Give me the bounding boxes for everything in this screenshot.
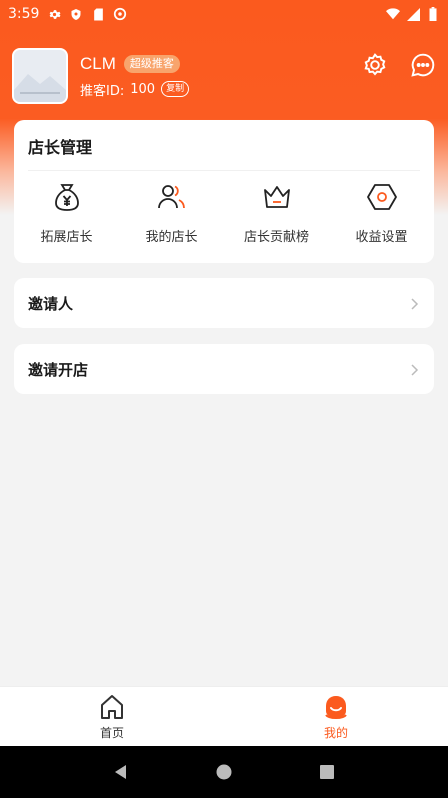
battery-icon [426, 7, 440, 21]
wifi-icon [386, 7, 400, 21]
user-level-badge: 超级推客 [123, 54, 180, 73]
invite-row[interactable]: 邀请人 [14, 278, 434, 328]
avatar[interactable] [12, 48, 68, 104]
profile-section: CLM 超级推客 推客ID: 100 复制 [12, 48, 190, 104]
grid-label: 店长贡献榜 [243, 230, 309, 245]
settings-gear-icon[interactable] [362, 52, 388, 78]
grid-item-my-managers[interactable]: 我的店长 [119, 180, 224, 245]
tab-home[interactable]: 首页 [0, 687, 224, 746]
home-icon [98, 693, 126, 721]
status-time: 3:59 [8, 6, 40, 22]
invite-label: 邀请人 [28, 294, 74, 313]
chevron-right-icon [408, 362, 420, 376]
invite-open-store-row[interactable]: 邀请开店 [14, 344, 434, 394]
copy-id-button[interactable]: 复制 [161, 81, 190, 97]
tab-mine-label: 我的 [323, 725, 348, 740]
grid-item-expand-manager[interactable]: 拓展店长 [14, 180, 119, 245]
grid-label: 我的店长 [145, 230, 198, 245]
hexagon-settings-icon [365, 180, 399, 214]
back-triangle-icon[interactable] [112, 763, 130, 781]
money-bag-icon [50, 180, 84, 214]
invite-open-store-label: 邀请开店 [28, 360, 89, 379]
tab-mine[interactable]: 我的 [224, 687, 448, 746]
promoter-id-label: 推客ID: [80, 83, 125, 99]
gear-status-icon [47, 7, 61, 21]
chevron-right-icon [408, 296, 420, 310]
user-name: CLM [80, 53, 116, 73]
signal-icon [406, 7, 420, 21]
divider [28, 170, 420, 171]
promoter-id-value: 100 [130, 81, 156, 97]
at-status-icon [113, 7, 127, 21]
crown-icon [260, 180, 294, 214]
status-bar: 3:59 [0, 0, 448, 28]
users-icon [155, 180, 189, 214]
message-icon[interactable] [410, 52, 436, 78]
system-nav-bar [0, 746, 448, 798]
grid-item-contribution-ranking[interactable]: 店长贡献榜 [224, 180, 329, 245]
tab-home-label: 首页 [99, 725, 124, 740]
manage-title: 店长管理 [28, 138, 93, 157]
grid-label: 拓展店长 [40, 230, 93, 245]
bottom-tab-bar: 首页 我的 [0, 686, 448, 746]
grid-item-earnings-settings[interactable]: 收益设置 [329, 180, 434, 245]
profile-face-icon [322, 693, 350, 721]
store-manager-card: 店长管理 拓展店长 我的店长 店长贡献榜 收益设置 [14, 120, 434, 263]
grid-label: 收益设置 [355, 230, 408, 245]
home-circle-icon[interactable] [215, 763, 233, 781]
recents-square-icon[interactable] [318, 763, 336, 781]
sdcard-status-icon [91, 7, 105, 21]
shield-status-icon [69, 7, 83, 21]
